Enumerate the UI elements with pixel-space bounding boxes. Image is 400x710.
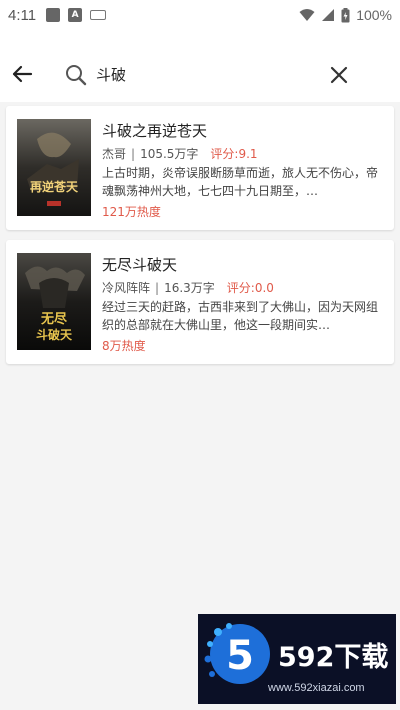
book-cover: 无尽 斗破天 [17,253,91,350]
book-heat: 121万热度 [102,205,161,219]
book-description: 上古时期，炎帝误服断肠草而逝，旅人无不伤心，帝魂飘荡神州大地，七七四十九日期至，… [102,166,379,198]
battery-icon [341,7,350,22]
book-description: 经过三天的赶路，古西非来到了大佛山，因为天网组织的总部就在大佛山里，他这一段期间… [102,300,379,332]
book-author: 冷风阵阵 [102,281,151,295]
arrow-left-icon[interactable] [10,62,34,86]
svg-text:再逆苍天: 再逆苍天 [30,179,79,194]
book-score: 评分:9.1 [210,147,258,161]
status-bar: 4:11 A 100% [0,0,400,30]
book-author: 杰哥 [102,147,127,161]
watermark-logo-number: 5 [226,633,254,679]
svg-text:斗破天: 斗破天 [36,327,73,342]
watermark-site: www.592xiazai.com [268,682,365,694]
book-meta: 冷风阵阵 | 16.3万字 评分:0.0 [102,279,274,296]
site-watermark: 5 592下载 www.592xiazai.com [198,614,396,704]
meta-separator: | [131,147,136,161]
book-word-count: 105.5万字 [140,147,199,161]
book-heat: 8万热度 [102,339,146,353]
signal-icon [322,9,335,21]
book-card[interactable]: 无尽 斗破天 无尽斗破天 冷风阵阵 | 16.3万字 评分:0.0 经过三天的赶路，古… [6,240,394,364]
watermark-brand: 592下载 [278,642,388,673]
search-result-list: 再逆苍天 斗破之再逆苍天 杰哥 | 105.5万字 评分:9.1 上古时期，炎帝误服断… [6,106,394,374]
meta-separator: | [155,281,160,295]
notification-icon [46,8,61,22]
book-meta: 杰哥 | 105.5万字 评分:9.1 [102,145,258,162]
app-notification-icon: A [68,8,83,22]
wifi-icon [299,9,315,21]
status-time: 4:11 [8,6,37,24]
close-icon[interactable] [328,64,350,86]
battery-percent: 100% [356,7,392,23]
book-title: 斗破之再逆苍天 [102,122,208,140]
book-cover: 再逆苍天 [17,119,91,216]
status-right: 100% [299,7,392,23]
keyboard-icon [90,10,107,20]
book-title: 无尽斗破天 [102,256,178,274]
book-card[interactable]: 再逆苍天 斗破之再逆苍天 杰哥 | 105.5万字 评分:9.1 上古时期，炎帝误服断… [6,106,394,230]
svg-text:无尽: 无尽 [40,312,68,327]
search-icon [66,65,87,86]
book-score: 评分:0.0 [226,281,274,295]
search-input[interactable] [96,60,316,88]
book-word-count: 16.3万字 [164,281,215,295]
search-header [0,30,400,102]
